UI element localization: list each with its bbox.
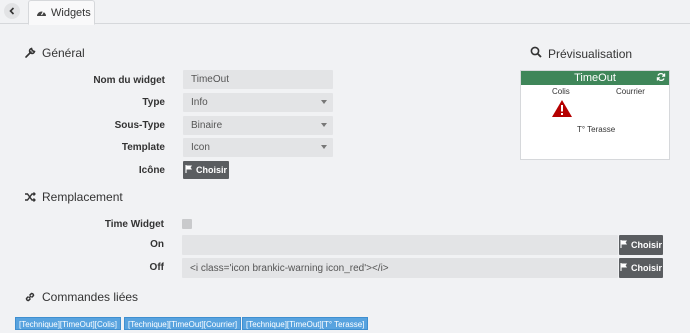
warning-icon — [551, 99, 573, 121]
widget-item-colis: Colis — [552, 87, 570, 96]
general-section-title: Général — [24, 46, 85, 60]
linked-command-tag[interactable]: [Technique][TimeOut][T° Terasse] — [242, 317, 369, 330]
general-title: Général — [42, 46, 85, 60]
choose-label: Choisir — [630, 263, 662, 273]
widget-name-value: TimeOut — [191, 74, 229, 85]
choose-label: Choisir — [630, 240, 662, 250]
subtype-value: Binaire — [191, 120, 223, 131]
linked-command-tag[interactable]: [Technique][TimeOut][Colis] — [15, 317, 121, 330]
tab-widgets[interactable]: Widgets — [28, 0, 95, 25]
subtype-label: Sous-Type — [114, 120, 165, 131]
widget-preview: TimeOut Colis Courrier T° Terasse — [520, 70, 670, 160]
on-label: On — [150, 239, 164, 250]
chevron-left-icon[interactable] — [4, 3, 20, 19]
choose-icon-button[interactable]: Choisir — [183, 161, 229, 179]
tab-label: Widgets — [51, 6, 91, 19]
widget-name-input[interactable]: TimeOut — [183, 70, 333, 89]
widget-item-courrier: Courrier — [616, 87, 645, 96]
on-input[interactable] — [182, 235, 618, 255]
refresh-icon[interactable] — [656, 72, 666, 86]
caret-down-icon — [321, 100, 327, 104]
linked-command-tag[interactable]: [Technique][TimeOut][Courrier] — [124, 317, 242, 330]
widget-item-terasse: T° Terasse — [577, 125, 616, 134]
subtype-select[interactable]: Binaire — [183, 116, 333, 135]
template-label: Template — [121, 142, 165, 153]
shuffle-icon — [24, 191, 36, 203]
widget-preview-header: TimeOut — [521, 71, 669, 85]
choose-off-button[interactable]: Choisir — [619, 258, 663, 278]
replacement-section-title: Remplacement — [24, 190, 123, 204]
top-bar: Widgets — [0, 0, 690, 25]
preview-section-title: Prévisualisation — [530, 46, 632, 61]
widget-name-label: Nom du widget — [93, 75, 165, 86]
time-widget-checkbox[interactable] — [182, 219, 192, 229]
replacement-title: Remplacement — [42, 190, 123, 204]
caret-down-icon — [321, 123, 327, 127]
flag-icon — [620, 263, 628, 273]
off-value: <i class='icon brankic-warning icon_red'… — [190, 262, 389, 274]
off-label: Off — [149, 262, 164, 273]
preview-title: Prévisualisation — [548, 46, 633, 61]
dashboard-icon — [36, 8, 47, 17]
search-icon — [530, 46, 542, 61]
type-select[interactable]: Info — [183, 93, 333, 112]
caret-down-icon — [321, 145, 327, 149]
type-label: Type — [142, 97, 165, 108]
choose-label: Choisir — [195, 165, 227, 175]
off-input[interactable]: <i class='icon brankic-warning icon_red'… — [182, 258, 618, 278]
template-select[interactable]: Icon — [183, 138, 333, 157]
flag-icon — [185, 165, 193, 175]
linked-title: Commandes liées — [42, 290, 139, 304]
type-value: Info — [191, 97, 208, 108]
linked-section-title: Commandes liées — [24, 290, 138, 304]
choose-on-button[interactable]: Choisir — [619, 235, 663, 255]
widget-preview-title: TimeOut — [574, 72, 616, 84]
wrench-icon — [24, 47, 36, 59]
flag-icon — [620, 240, 628, 250]
template-value: Icon — [191, 142, 210, 153]
link-icon — [24, 291, 36, 303]
icon-label: Icône — [138, 165, 165, 176]
time-widget-label: Time Widget — [104, 219, 164, 230]
